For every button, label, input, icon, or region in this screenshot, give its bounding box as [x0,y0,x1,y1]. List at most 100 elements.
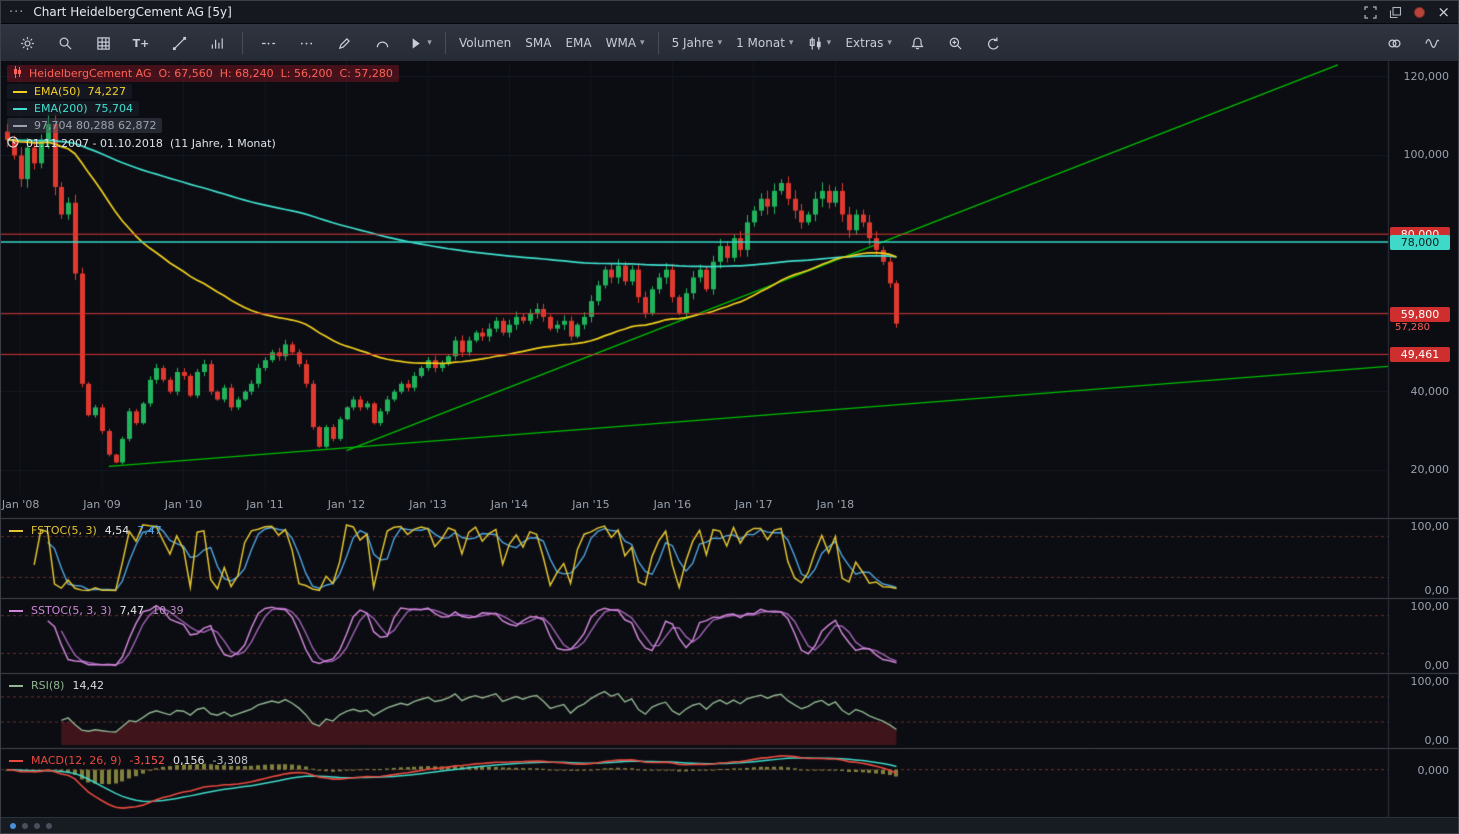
compare-icon[interactable] [1376,30,1412,56]
price-alert-badge[interactable]: 78,000 [1390,235,1450,250]
interval-dropdown[interactable]: 1 Monat▾ [730,30,799,56]
price-axis-tick: 20,000 [1393,463,1449,476]
app-window: ··· Chart HeidelbergCement AG [5y] × T+ ▾… [0,0,1459,834]
instrument-name: HeidelbergCement AG [29,67,152,80]
price-axis-tick: 40,000 [1393,385,1449,398]
toolbar-separator [658,32,659,54]
time-axis-label: Jan '12 [321,498,373,511]
sstoc-k-value: 7,47 [120,604,145,617]
time-axis-label: Jan '09 [76,498,128,511]
ema50-label: EMA(50) [34,85,81,98]
page-dot-active[interactable] [10,823,16,829]
price-alert-badge[interactable]: 59,800 [1390,307,1450,322]
time-axis-label: Jan '14 [483,498,535,511]
wma-button[interactable]: WMA▾ [600,30,651,56]
trendline-tool-icon[interactable] [161,30,197,56]
price-axis-tick: 100,000 [1393,148,1449,161]
sma-button[interactable]: SMA [519,30,557,56]
close-icon[interactable]: × [1437,5,1450,20]
page-dot[interactable] [34,823,40,829]
record-icon[interactable] [1414,7,1425,18]
macd-legend[interactable]: MACD(12, 26, 9) -3,152 0,156 -3,308 [9,754,248,767]
window-menu-icon[interactable]: ··· [9,5,24,20]
rsi-value: 14,42 [72,679,104,692]
rsi-axis-min: 0,00 [1393,734,1449,747]
price-alert-badge[interactable]: 49,461 [1390,347,1450,362]
bottom-bar [1,817,1458,833]
macd-value: -3,152 [130,754,165,767]
ema50-value: 74,227 [88,85,127,98]
candlestick-icon [13,66,22,81]
rsi-label: RSI(8) [31,679,64,692]
inactive-indicator-values: 97,704 80,288 62,872 [34,119,156,132]
time-axis-label: Jan '13 [402,498,454,511]
rsi-axis-max: 100,00 [1393,675,1449,688]
sstoc-d-value: 10,39 [152,604,184,617]
alert-bell-icon[interactable] [900,30,936,56]
toolbar: T+▾VolumenSMAEMAWMA▾5 Jahre▾1 Monat▾▾Ext… [1,24,1458,63]
sstoc-label: SSTOC(5, 3, 3) [31,604,112,617]
arc-tool-icon[interactable] [364,30,400,56]
dotted-line-tool-icon[interactable] [288,30,324,56]
fstoc-legend[interactable]: FSTOC(5, 3) 4,54 7,47 [9,524,162,537]
sstoc-swatch [9,610,23,612]
macd-label: MACD(12, 26, 9) [31,754,122,767]
indicator-bars-icon[interactable] [199,30,235,56]
rsi-legend[interactable]: RSI(8) 14,42 [9,679,104,692]
price-axis-tick: 120,000 [1393,70,1449,83]
axis-overlays: 120,000100,00080,00060,00040,00020,00010… [1,61,1459,819]
title-bar: ··· Chart HeidelbergCement AG [5y] × [1,1,1458,24]
fstoc-axis-min: 0,00 [1393,584,1449,597]
extras-dropdown[interactable]: Extras▾ [839,30,897,56]
ema50-legend-row[interactable]: EMA(50) 74,227 [7,84,132,99]
page-dot[interactable] [46,823,52,829]
pointer-tool-icon[interactable]: ▾ [402,30,438,56]
chart-area: 120,000100,00080,00060,00040,00020,00010… [1,61,1459,819]
zoom-in-icon[interactable] [938,30,974,56]
toolbar-separator [242,32,243,54]
settings-gear-icon[interactable] [9,30,45,56]
symbol-search-icon[interactable] [47,30,83,56]
inactive-indicator-swatch [13,125,27,127]
window-title: Chart HeidelbergCement AG [5y] [33,5,231,19]
oscillator-wave-icon[interactable] [1414,30,1450,56]
page-dot[interactable] [22,823,28,829]
chart-legend: HeidelbergCement AG O: 67,560 H: 68,240 … [7,65,399,152]
time-axis-label: Jan '15 [565,498,617,511]
sstoc-legend[interactable]: SSTOC(5, 3, 3) 7,47 10,39 [9,604,184,617]
inactive-indicator-row[interactable]: 97,704 80,288 62,872 [7,118,162,133]
fstoc-axis-max: 100,00 [1393,520,1449,533]
current-price-label: 57,280 [1395,322,1430,333]
ema200-value: 75,704 [95,102,134,115]
ema50-swatch [13,91,27,93]
ema200-swatch [13,108,27,110]
time-axis-label: Jan '18 [809,498,861,511]
time-axis-label: Jan '17 [728,498,780,511]
period-dropdown[interactable]: 5 Jahre▾ [666,30,729,56]
time-axis-label: Jan '16 [646,498,698,511]
maximize-icon[interactable] [1364,6,1377,19]
ema200-legend-row[interactable]: EMA(200) 75,704 [7,101,139,116]
rsi-swatch [9,685,23,687]
chart-type-button[interactable]: ▾ [801,30,837,56]
dash-line-tool-icon[interactable] [250,30,286,56]
toolbar-separator [445,32,446,54]
macd-signal-value: 0,156 [173,754,205,767]
fstoc-d-value: 7,47 [137,524,162,537]
layout-grid-icon[interactable] [85,30,121,56]
freehand-tool-icon[interactable] [326,30,362,56]
text-annotation-icon[interactable]: T+ [123,30,159,56]
open-value: O: 67,560 [159,67,213,80]
macd-swatch [9,760,23,762]
time-axis-label: Jan '08 [0,498,47,511]
popout-icon[interactable] [1389,6,1402,19]
macd-axis-zero: 0,000 [1393,764,1449,777]
clock-icon [7,136,19,151]
volumen-button[interactable]: Volumen [453,30,517,56]
fstoc-k-value: 4,54 [105,524,130,537]
undo-icon[interactable] [976,30,1012,56]
sstoc-axis-min: 0,00 [1393,659,1449,672]
ohlc-legend-row[interactable]: HeidelbergCement AG O: 67,560 H: 68,240 … [7,65,399,82]
time-axis-label: Jan '11 [239,498,291,511]
ema-button[interactable]: EMA [559,30,597,56]
